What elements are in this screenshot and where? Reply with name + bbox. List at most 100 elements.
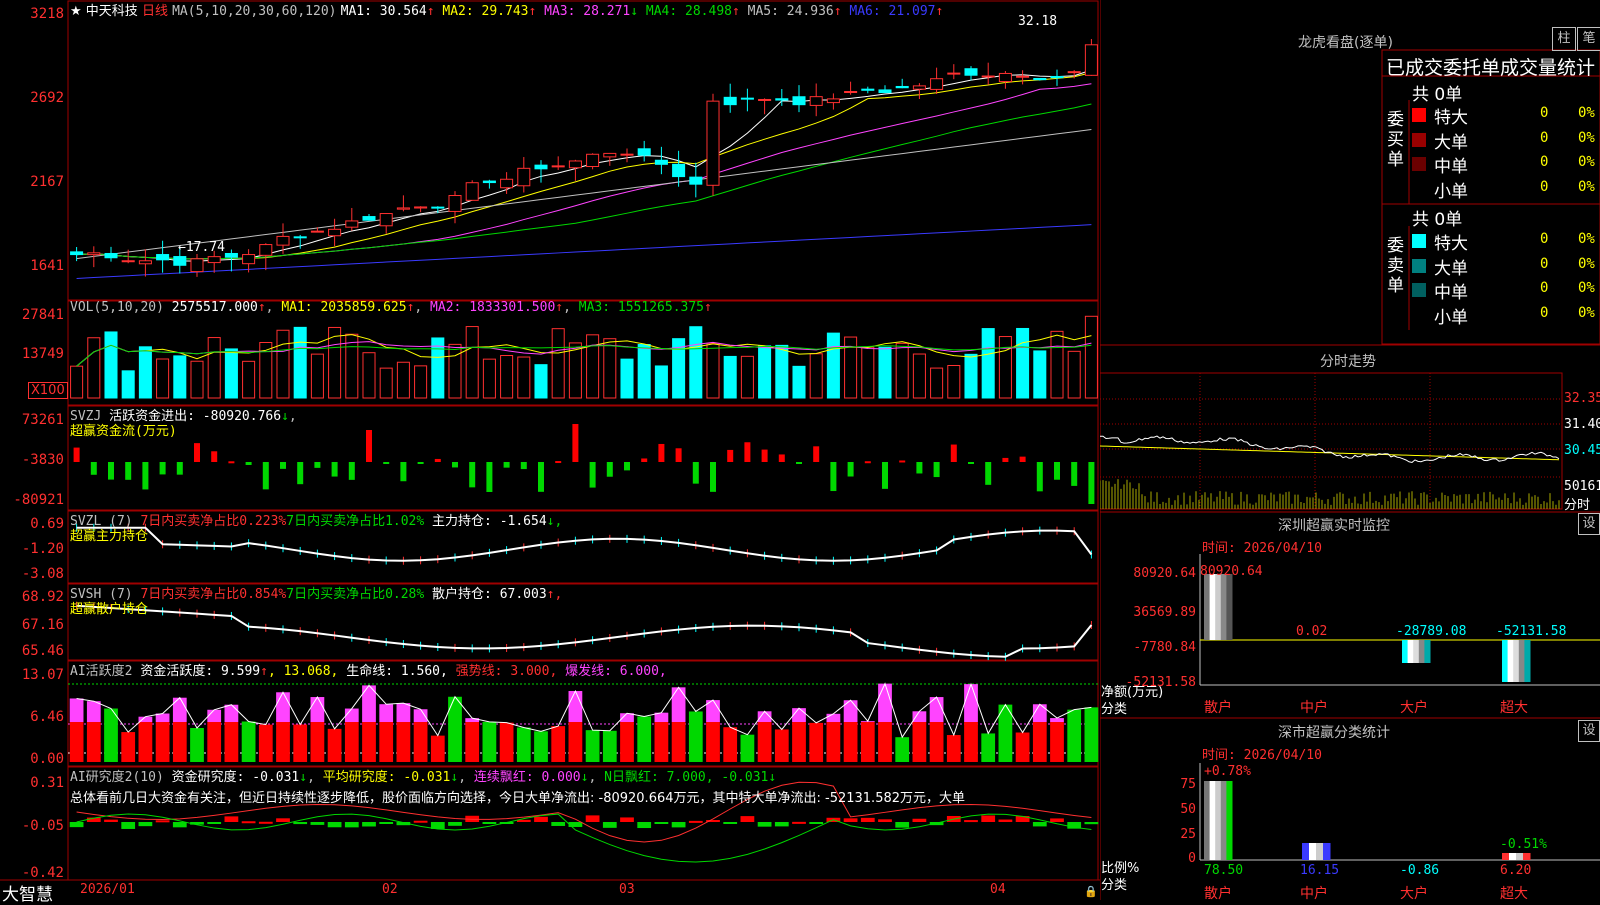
research-bar bbox=[878, 819, 892, 822]
candle-body bbox=[689, 176, 703, 185]
svsh-subtitle: 超赢散户持仓 bbox=[70, 602, 149, 617]
research-bar bbox=[1032, 822, 1047, 827]
volume-bar bbox=[465, 326, 479, 399]
volume-bar bbox=[637, 344, 651, 399]
ai1-y-label: 6.46 bbox=[30, 709, 64, 725]
stats-axis-sub: 分类 bbox=[1101, 878, 1128, 893]
activity-bar bbox=[362, 722, 376, 762]
svzl-text1: 7日内买卖净占比0.223% bbox=[140, 514, 287, 529]
research-bar bbox=[534, 816, 548, 822]
research-bar bbox=[740, 816, 755, 822]
monitor-y-label: 36569.89 bbox=[1133, 605, 1196, 620]
brand-logo[interactable]: 大智慧 bbox=[2, 880, 53, 905]
ma-line-5 bbox=[76, 129, 1092, 260]
research-bar bbox=[362, 822, 376, 827]
candle-body bbox=[173, 256, 187, 266]
volume-bar bbox=[1016, 327, 1030, 399]
fund-flow-bar bbox=[1054, 462, 1060, 480]
period-label[interactable]: 日线 bbox=[142, 4, 168, 19]
volume-bar bbox=[414, 365, 428, 399]
price-y-label: 1641 bbox=[30, 258, 64, 274]
volume-bar bbox=[396, 361, 410, 399]
research-bar bbox=[568, 822, 583, 827]
dragon-title: 龙虎看盘(逐单) bbox=[1298, 35, 1393, 51]
activity-bar-top bbox=[671, 687, 686, 722]
x-axis-label: 04 bbox=[990, 882, 1006, 897]
volume-bar bbox=[500, 355, 514, 399]
activity-bar bbox=[1032, 722, 1047, 762]
monitor-bar bbox=[1418, 640, 1425, 663]
activity-bar bbox=[826, 722, 841, 762]
fund-flow-bar bbox=[882, 462, 888, 489]
activity-bar bbox=[69, 722, 84, 762]
volume-bar bbox=[775, 344, 789, 399]
activity-bar-top bbox=[1032, 704, 1047, 722]
volume-bar bbox=[620, 358, 634, 399]
price-y-label: 3218 bbox=[30, 6, 64, 22]
stats-bar bbox=[1509, 853, 1517, 860]
monitor-bar bbox=[1402, 640, 1409, 663]
candle-body bbox=[534, 164, 548, 170]
chart-canvas[interactable] bbox=[0, 0, 1100, 900]
volume-bar bbox=[1084, 315, 1098, 399]
activity-bar bbox=[637, 716, 652, 762]
research-bar bbox=[671, 822, 686, 828]
stats-title: 深市超赢分类统计 bbox=[1278, 725, 1390, 741]
fund-flow-bar bbox=[864, 461, 871, 464]
tick-view-button[interactable]: 笔 bbox=[1577, 27, 1600, 51]
order-count: 0 bbox=[1540, 280, 1549, 296]
svsh-text3: 散户持仓: bbox=[432, 587, 492, 602]
activity-bar-top bbox=[964, 684, 978, 722]
intraday-vol-label: 50161 bbox=[1564, 479, 1600, 494]
vol-unit-label[interactable]: X100 bbox=[28, 382, 68, 399]
svzj-y-label: -3830 bbox=[21, 452, 64, 468]
main-force-line bbox=[76, 526, 1093, 562]
fund-flow-bar bbox=[142, 462, 149, 490]
x-axis-label: 03 bbox=[619, 882, 635, 897]
candle-body bbox=[551, 165, 565, 168]
stats-category-label: 中户 bbox=[1300, 886, 1328, 902]
legend-swatch bbox=[1412, 157, 1426, 171]
activity-bar-top bbox=[878, 683, 892, 722]
candle-body bbox=[895, 85, 909, 89]
ma-value-2: MA2: 29.743 bbox=[434, 4, 529, 19]
candle-body bbox=[465, 182, 479, 201]
order-percent: 0% bbox=[1578, 280, 1595, 296]
activity-bar-top bbox=[86, 701, 101, 722]
activity-bar bbox=[258, 724, 273, 762]
research-bar bbox=[310, 822, 325, 825]
activity-bar bbox=[207, 722, 222, 762]
research-bar bbox=[413, 820, 428, 823]
candle-body bbox=[190, 258, 204, 273]
monitor-bar bbox=[1524, 640, 1531, 682]
research-bar bbox=[964, 820, 978, 823]
fund-flow-bar bbox=[675, 448, 682, 462]
ma-line-4 bbox=[76, 103, 1092, 260]
vol-y-label: 27841 bbox=[21, 307, 64, 323]
activity-bar bbox=[551, 726, 566, 762]
monitor-bar bbox=[1215, 574, 1222, 640]
stats-bar-value: -0.86 bbox=[1400, 863, 1440, 878]
order-percent: 0% bbox=[1578, 154, 1595, 170]
volume-bar bbox=[345, 333, 359, 399]
volume-bar bbox=[1067, 350, 1081, 399]
ma-params: MA(5,10,20,30,60,120) bbox=[172, 4, 337, 19]
ma-value-3: MA3: 28.271 bbox=[536, 4, 631, 19]
lock-icon[interactable]: 🔒 bbox=[1084, 885, 1098, 898]
right-panel: 龙虎看盘(逐单) 柱 笔 已成交委托单成交量统计 委买单 共 0单 特大 0 0% 大… bbox=[1100, 0, 1600, 902]
research-bar bbox=[448, 822, 462, 826]
stats-bar bbox=[1323, 843, 1331, 860]
chart-area[interactable]: ★ 中天科技 日线 MA(5,10,20,30,60,120) MA1: 30.… bbox=[0, 0, 1100, 905]
volume-bar bbox=[242, 360, 256, 399]
fund-flow-bar bbox=[968, 462, 974, 464]
fund-flow-bar bbox=[262, 462, 269, 490]
monitor-settings-button[interactable]: 设 bbox=[1578, 513, 1600, 535]
ai1-text1: 资金活跃度: 9.599 bbox=[140, 664, 261, 679]
fund-flow-bar bbox=[383, 462, 390, 464]
stats-settings-button[interactable]: 设 bbox=[1578, 720, 1600, 742]
ai2-comment: 总体看前几日大资金有关注，但近日持续性逐步降低，股价面临方向选择，今日大单净流出… bbox=[70, 791, 966, 806]
bar-view-button[interactable]: 柱 bbox=[1552, 27, 1576, 51]
ma-value-6: MA6: 21.097 bbox=[841, 4, 936, 19]
favorite-star-icon[interactable]: ★ bbox=[70, 4, 82, 19]
low-price-note: ←17.74 bbox=[178, 240, 225, 255]
